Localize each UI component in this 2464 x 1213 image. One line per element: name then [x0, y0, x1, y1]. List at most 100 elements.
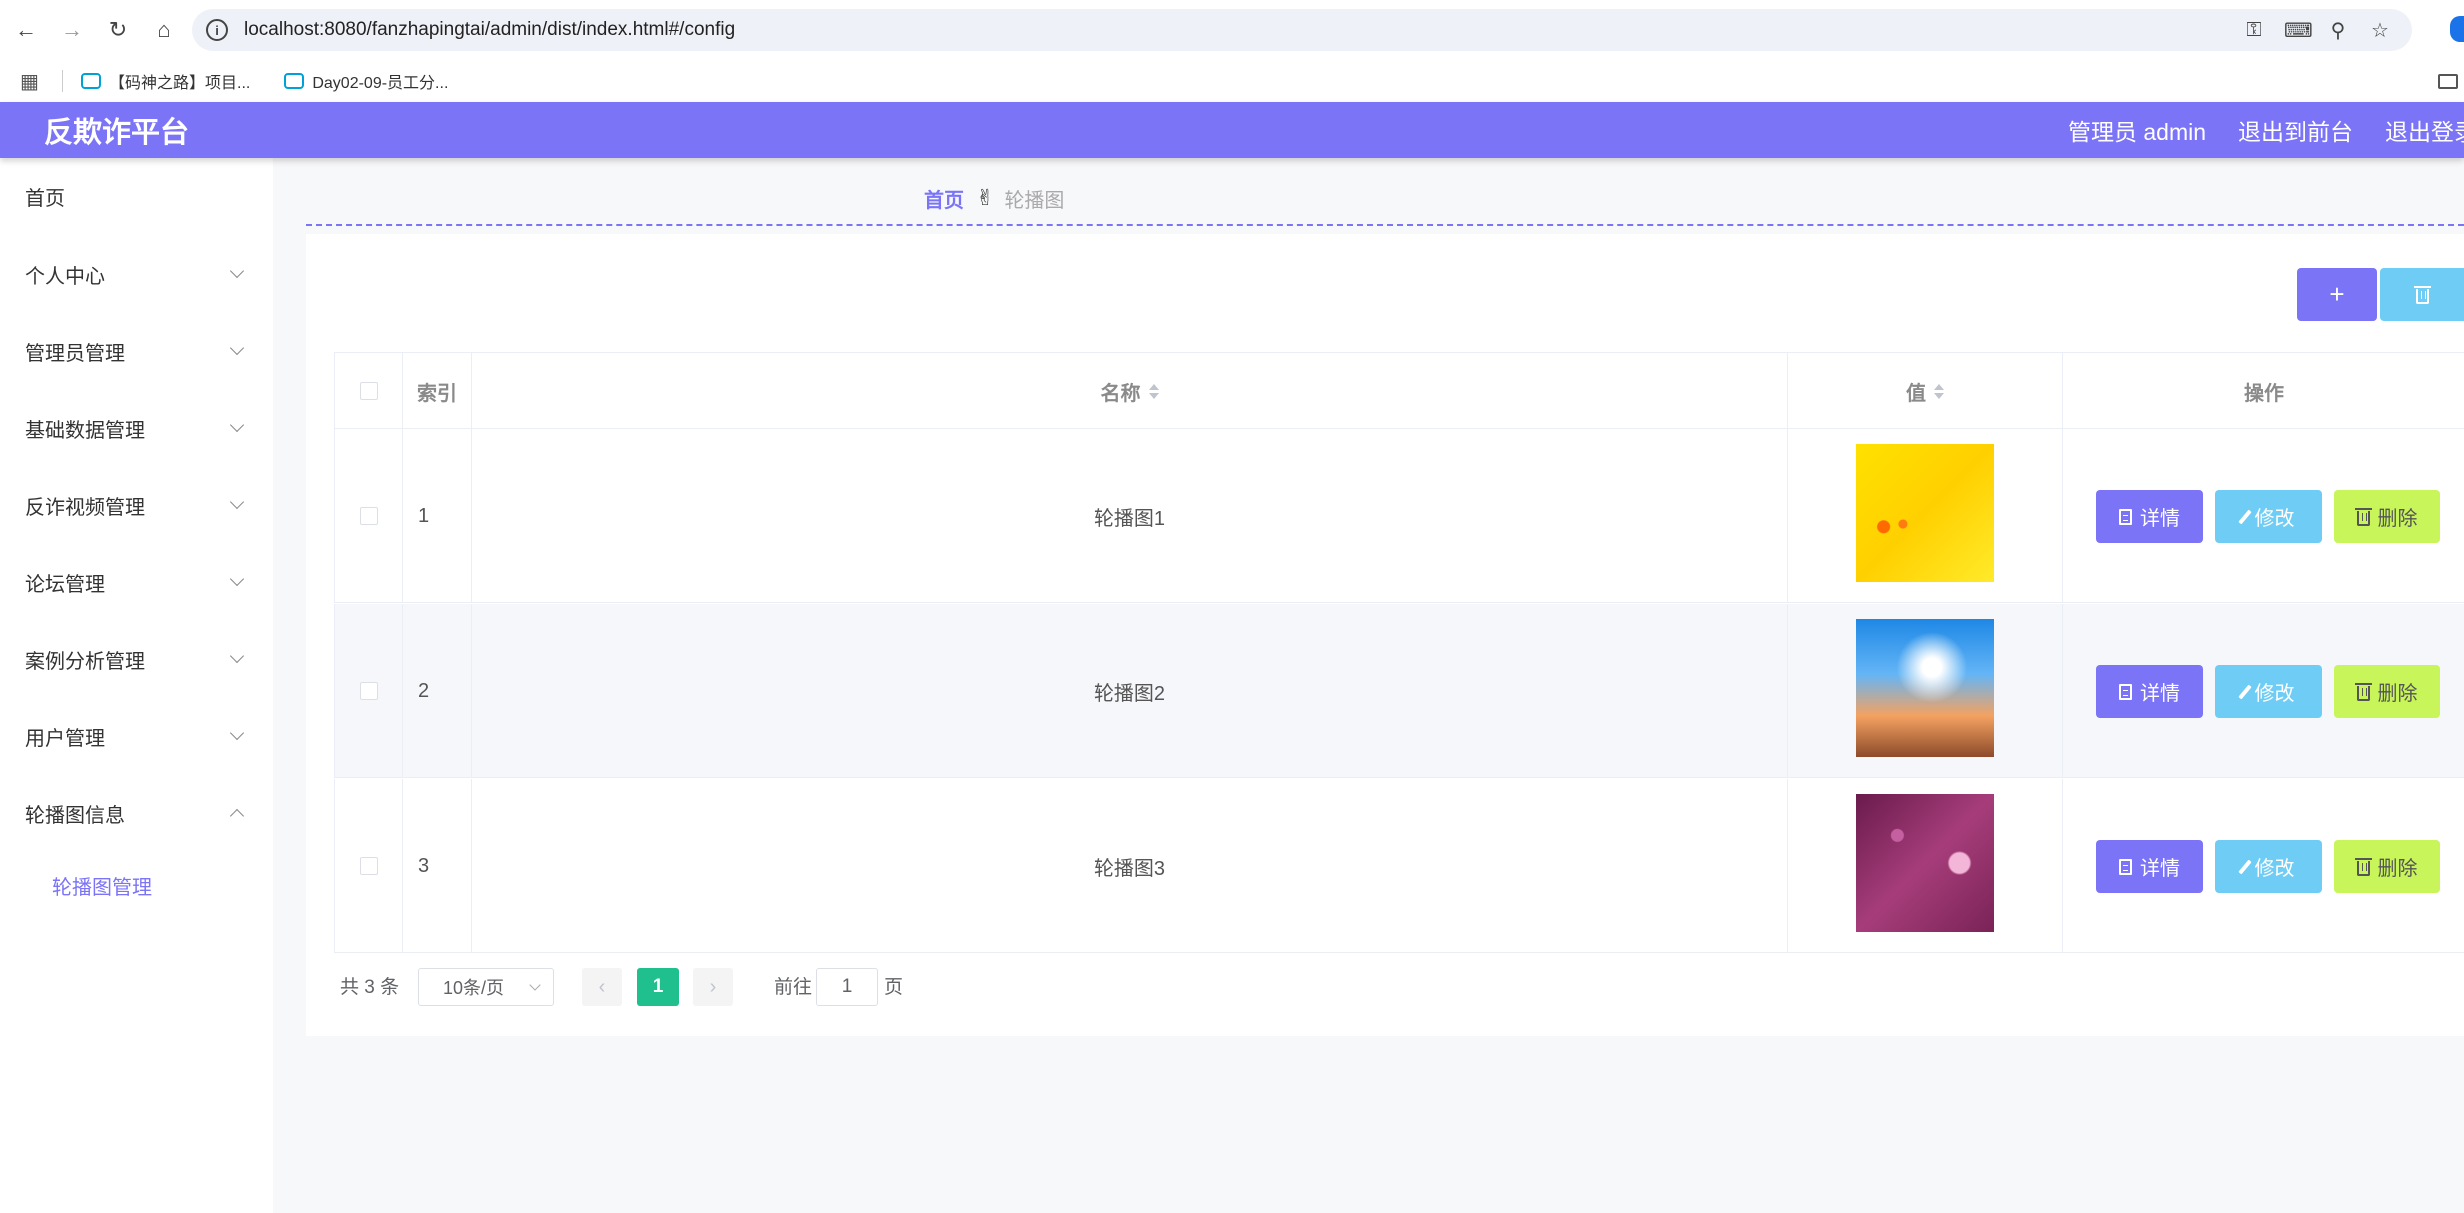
bookmarks-bar: ▦ 【码神之路】项目... Day02-09-员工分... — [0, 60, 2464, 102]
edit-button[interactable]: 修改 — [2215, 840, 2322, 893]
table-row: 2 轮播图2 详情 修改 删除 — [334, 604, 2464, 778]
site-info-icon[interactable]: i — [206, 19, 228, 41]
row-select-cell — [335, 779, 403, 953]
trash-icon — [2354, 507, 2372, 526]
address-bar[interactable]: i localhost:8080/fanzhapingtai/admin/dis… — [192, 9, 2412, 51]
sidebar-item-home[interactable]: 首页 — [0, 166, 273, 226]
pagination: 共 3 条 10条/页 ‹ 1 › 前往 页 — [340, 966, 940, 1010]
prev-page-button[interactable]: ‹ — [582, 968, 622, 1006]
delete-label: 删除 — [2377, 508, 2418, 530]
carousel-thumbnail[interactable] — [1856, 794, 1994, 932]
sort-icon[interactable] — [1148, 383, 1159, 399]
forward-icon[interactable]: → — [52, 10, 92, 50]
bookmark-item[interactable]: Day02-09-员工分... — [284, 69, 448, 93]
next-page-button[interactable]: › — [693, 968, 733, 1006]
detail-label: 详情 — [2140, 858, 2180, 880]
header-index-label: 索引 — [417, 382, 457, 405]
zoom-icon[interactable]: ⚲ — [2326, 18, 2350, 43]
detail-button[interactable]: 详情 — [2096, 665, 2203, 718]
home-icon[interactable]: ⌂ — [144, 10, 184, 50]
browser-toolbar: ← → ↻ ⌂ i localhost:8080/fanzhapingtai/a… — [0, 0, 2464, 60]
batch-delete-button[interactable] — [2380, 268, 2464, 321]
row-checkbox[interactable] — [359, 682, 378, 700]
document-icon — [2119, 858, 2132, 875]
apps-grid-icon[interactable]: ▦ — [20, 69, 44, 94]
url-text[interactable]: localhost:8080/fanzhapingtai/admin/dist/… — [244, 19, 735, 41]
sidebar-item-carousel-info[interactable]: 轮播图信息 — [0, 783, 273, 843]
delete-button[interactable]: 删除 — [2334, 840, 2440, 893]
app-title: 反欺诈平台 — [44, 117, 190, 149]
sort-icon[interactable] — [1934, 383, 1944, 399]
profile-icon[interactable] — [2450, 16, 2464, 42]
edit-button[interactable]: 修改 — [2215, 665, 2322, 718]
delete-button[interactable]: 删除 — [2334, 490, 2440, 543]
folder-icon[interactable] — [2438, 73, 2458, 89]
row-actions: 详情 修改 删除 — [2063, 604, 2464, 778]
sidebar-item-admin-management[interactable]: 管理员管理 — [0, 321, 273, 381]
edit-label: 修改 — [2254, 858, 2295, 880]
sidebar-item-personal-center[interactable]: 个人中心 — [0, 244, 273, 304]
sidebar-item-forum-management[interactable]: 论坛管理 — [0, 552, 273, 612]
row-checkbox[interactable] — [359, 507, 378, 525]
sidebar-item-video-management[interactable]: 反诈视频管理 — [0, 475, 273, 535]
breadcrumb-home[interactable]: 首页 — [924, 184, 964, 213]
hand-icon: ✌ — [976, 185, 995, 210]
sidebar-item-label: 轮播图管理 — [52, 876, 152, 899]
row-actions: 详情 修改 删除 — [2063, 779, 2464, 953]
edit-label: 修改 — [2254, 508, 2295, 530]
sidebar-item-label: 反诈视频管理 — [25, 496, 145, 519]
sidebar-item-label: 论坛管理 — [25, 573, 105, 596]
detail-button[interactable]: 详情 — [2096, 490, 2203, 543]
header-actions: 操作 — [2063, 353, 2464, 429]
add-button[interactable]: + — [2297, 268, 2377, 321]
header-value[interactable]: 值 — [1788, 353, 2063, 429]
chevron-up-icon — [229, 808, 245, 824]
edit-label: 修改 — [2254, 683, 2295, 705]
sidebar: 首页 个人中心 管理员管理 基础数据管理 反诈视频管理 论坛管理 案例分析管理 … — [0, 158, 273, 1213]
page-size-select[interactable]: 10条/页 — [418, 968, 554, 1006]
header-name-label: 名称 — [1100, 382, 1141, 405]
row-select-cell — [335, 604, 403, 778]
sidebar-item-basic-data[interactable]: 基础数据管理 — [0, 398, 273, 458]
reload-icon[interactable]: ↻ — [98, 10, 138, 50]
goto-page-input[interactable] — [816, 968, 878, 1006]
row-index: 3 — [403, 779, 472, 953]
page-size-value: 10条/页 — [443, 978, 505, 998]
header-actions-label: 操作 — [2244, 382, 2284, 405]
detail-label: 详情 — [2140, 508, 2180, 530]
delete-label: 删除 — [2377, 858, 2418, 880]
breadcrumb: 首页 ✌ 轮播图 — [306, 172, 2464, 226]
page-number-button[interactable]: 1 — [637, 968, 679, 1006]
star-icon[interactable]: ☆ — [2368, 18, 2392, 43]
select-all-checkbox[interactable] — [359, 382, 378, 400]
chevron-down-icon — [229, 340, 245, 356]
edit-icon — [2237, 684, 2252, 699]
translate-icon[interactable]: ⌨ — [2284, 18, 2313, 43]
pagination-total: 共 3 条 — [340, 977, 400, 998]
row-checkbox[interactable] — [359, 857, 378, 875]
table-row: 3 轮播图3 详情 修改 删除 — [334, 779, 2464, 953]
page-suffix-label: 页 — [884, 977, 904, 998]
sidebar-subitem-carousel-management[interactable]: 轮播图管理 — [0, 855, 273, 915]
edit-button[interactable]: 修改 — [2215, 490, 2322, 543]
key-icon[interactable]: ⚿ — [2242, 19, 2266, 42]
sidebar-item-case-analysis[interactable]: 案例分析管理 — [0, 629, 273, 689]
bookmark-item[interactable]: 【码神之路】项目... — [81, 69, 250, 93]
detail-label: 详情 — [2140, 683, 2180, 705]
chevron-down-icon — [229, 417, 245, 433]
row-select-cell — [335, 429, 403, 603]
detail-button[interactable]: 详情 — [2096, 840, 2203, 893]
carousel-thumbnail[interactable] — [1856, 444, 1994, 582]
logout-link[interactable]: 退出登录 — [2385, 113, 2464, 147]
delete-button[interactable]: 删除 — [2334, 665, 2440, 718]
sidebar-item-user-management[interactable]: 用户管理 — [0, 706, 273, 766]
back-to-front-link[interactable]: 退出到前台 — [2238, 113, 2353, 147]
sidebar-item-label: 案例分析管理 — [25, 650, 145, 673]
row-actions: 详情 修改 删除 — [2063, 429, 2464, 603]
bookmark-label: Day02-09-员工分... — [312, 75, 449, 92]
back-icon[interactable]: ← — [6, 10, 46, 50]
carousel-thumbnail[interactable] — [1856, 619, 1994, 757]
header-name[interactable]: 名称 — [472, 353, 1788, 429]
delete-label: 删除 — [2377, 683, 2418, 705]
current-user: 管理员 admin — [2068, 119, 2207, 145]
